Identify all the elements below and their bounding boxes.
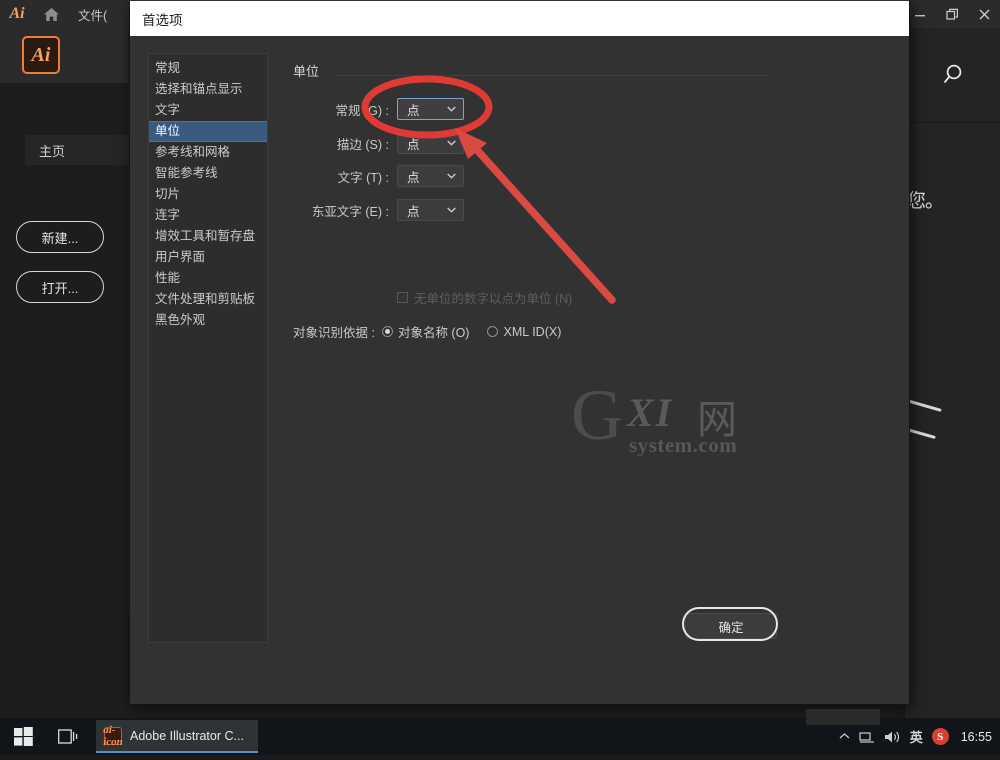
category-item-units[interactable]: 单位 xyxy=(149,121,267,142)
select-asian-text-units-value: 点 xyxy=(407,204,420,219)
sogou-input-icon[interactable]: S xyxy=(931,728,949,745)
checkbox-label-numbers-as-points: 无单位的数字以点为单位 (N) xyxy=(414,292,573,306)
select-asian-text-units[interactable]: 点 xyxy=(397,199,464,221)
ai-badge-area: Ai xyxy=(0,28,128,83)
chevron-up-icon[interactable] xyxy=(839,732,850,741)
watermark-subtitle: system.com xyxy=(629,433,738,457)
taskbar-item-illustrator[interactable]: ai-icon Adobe Illustrator C... xyxy=(96,720,258,753)
radio-label-object-name: 对象名称 (O) xyxy=(397,326,470,340)
site-watermark: G XI 网 system.com xyxy=(571,379,791,463)
field-row-stroke: 描边 (S) : 点 xyxy=(293,131,464,155)
taskbar-clock[interactable]: 16:55 xyxy=(961,730,992,744)
windows-start-icon[interactable] xyxy=(0,718,46,755)
close-icon[interactable] xyxy=(968,0,1000,28)
category-item-plugins[interactable]: 增效工具和暂存盘 xyxy=(149,226,267,247)
task-view-icon[interactable] xyxy=(46,718,92,755)
select-text-units-value: 点 xyxy=(407,170,420,185)
category-item-slices[interactable]: 切片 xyxy=(149,184,267,205)
field-row-text: 文字 (T) : 点 xyxy=(293,164,464,188)
pane-heading-rule xyxy=(336,75,768,76)
new-file-button[interactable]: 新建... xyxy=(16,221,104,253)
chevron-down-icon xyxy=(447,106,456,112)
checkbox-numbers-as-points[interactable] xyxy=(397,292,408,303)
category-item-type[interactable]: 文字 xyxy=(149,100,267,121)
right-panel-text: 您。 xyxy=(907,191,944,212)
category-item-selection[interactable]: 选择和锚点显示 xyxy=(149,79,267,100)
ai-icon: ai-icon xyxy=(103,723,123,748)
label-general: 常规 (G) : xyxy=(335,103,389,118)
home-icon[interactable] xyxy=(34,0,68,28)
ime-indicator[interactable]: 英 xyxy=(910,727,923,746)
home-screen-sidebar: 主页 新建... 打开... xyxy=(0,83,135,718)
category-item-file-clipboard[interactable]: 文件处理和剪贴板 xyxy=(149,289,267,310)
search-icon[interactable] xyxy=(938,60,968,90)
checkbox-row-numbers-as-points[interactable]: 无单位的数字以点为单位 (N) xyxy=(397,288,572,307)
watermark-net: 网 xyxy=(697,397,737,442)
home-tab[interactable]: 主页 xyxy=(25,135,135,165)
watermark-g: G xyxy=(571,375,623,455)
select-general-units-value: 点 xyxy=(407,103,420,118)
watermark-xi: XI xyxy=(627,390,674,435)
category-list[interactable]: 常规 选择和锚点显示 文字 单位 参考线和网格 智能参考线 切片 连字 增效工具… xyxy=(148,53,268,643)
radio-group-object-identification: 对象识别依据 : 对象名称 (O) XML ID(X) xyxy=(293,322,579,341)
category-item-smart-guides[interactable]: 智能参考线 xyxy=(149,163,267,184)
label-text: 文字 (T) : xyxy=(337,170,389,185)
radio-group-label: 对象识别依据 : xyxy=(293,326,375,340)
category-item-performance[interactable]: 性能 xyxy=(149,268,267,289)
units-settings-pane: 单位 常规 (G) : 点 描边 (S) : 点 文字 (T) : 点 东亚文字… xyxy=(293,53,895,644)
chevron-down-icon xyxy=(447,140,456,146)
preferences-dialog: 首选项 常规 选择和锚点显示 文字 单位 参考线和网格 智能参考线 切片 连字 … xyxy=(130,0,909,704)
category-item-general[interactable]: 常规 xyxy=(149,58,267,79)
category-item-appearance-black[interactable]: 黑色外观 xyxy=(149,310,267,331)
field-row-asian-text: 东亚文字 (E) : 点 xyxy=(293,198,464,222)
select-text-units[interactable]: 点 xyxy=(397,165,464,187)
category-item-guides-grid[interactable]: 参考线和网格 xyxy=(149,142,267,163)
open-file-button[interactable]: 打开... xyxy=(16,271,104,303)
category-item-user-interface[interactable]: 用户界面 xyxy=(149,247,267,268)
chevron-down-icon xyxy=(447,173,456,179)
label-stroke: 描边 (S) : xyxy=(336,137,389,152)
radio-option-object-name[interactable]: 对象名称 (O) xyxy=(381,322,470,341)
restore-icon[interactable] xyxy=(936,0,968,28)
ok-button[interactable]: 确定 xyxy=(685,613,777,639)
dialog-title: 首选项 xyxy=(142,12,183,28)
right-panel-divider xyxy=(905,122,1000,123)
tray-popup-surface xyxy=(806,709,880,725)
window-controls xyxy=(904,0,1000,28)
taskbar-item-label: Adobe Illustrator C... xyxy=(130,728,244,743)
radio-option-xml-id[interactable]: XML ID(X) xyxy=(487,325,561,339)
chevron-down-icon xyxy=(447,207,456,213)
select-general-units[interactable]: 点 xyxy=(397,98,464,120)
network-icon[interactable] xyxy=(859,730,875,744)
radio-label-xml-id: XML ID(X) xyxy=(503,324,562,339)
sogou-icon-glyph: S xyxy=(931,728,949,745)
dialog-titlebar: 首选项 xyxy=(130,1,909,36)
category-item-hyphenation[interactable]: 连字 xyxy=(149,205,267,226)
ai-product-badge: Ai xyxy=(22,36,60,74)
app-right-panel: 您。 xyxy=(905,28,1000,718)
label-asian-text: 东亚文字 (E) : xyxy=(311,204,389,219)
select-stroke-units-value: 点 xyxy=(407,137,420,152)
radio-dot-object-name[interactable] xyxy=(381,326,393,337)
volume-icon[interactable] xyxy=(884,730,901,744)
menu-file[interactable]: 文件( xyxy=(78,5,107,24)
pane-heading: 单位 xyxy=(293,64,320,79)
radio-dot-xml-id[interactable] xyxy=(487,326,499,337)
field-row-general: 常规 (G) : 点 xyxy=(293,97,464,121)
select-stroke-units[interactable]: 点 xyxy=(397,132,464,154)
ai-logo-icon: Ai xyxy=(9,5,25,22)
